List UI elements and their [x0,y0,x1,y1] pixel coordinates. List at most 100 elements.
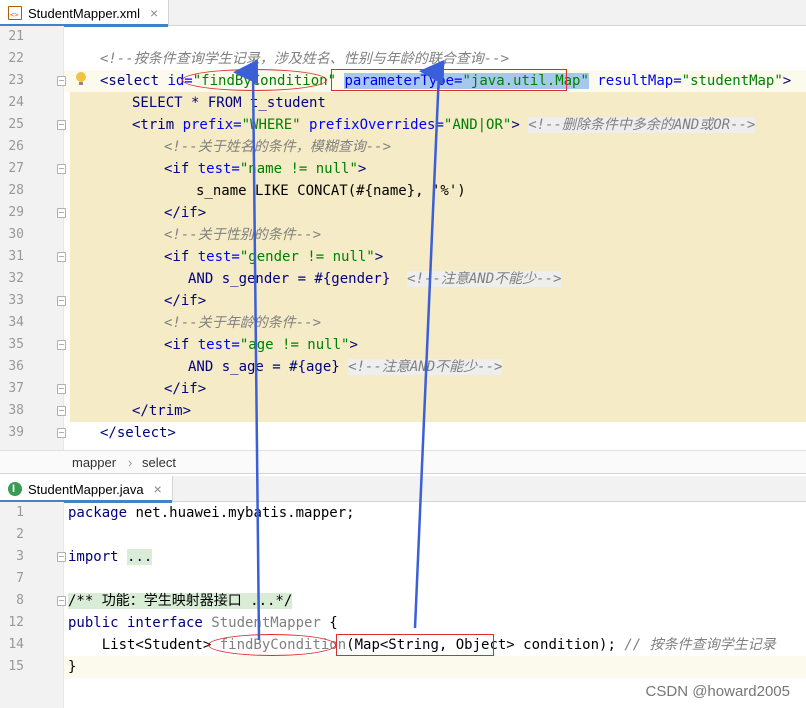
code-line[interactable]: 29 </if> [0,202,806,224]
code-line[interactable]: 28 s_name LIKE CONCAT(#{name}, '%') [0,180,806,202]
java-code: { [320,615,338,631]
xml-value: "age != null" [239,337,350,353]
xml-comment: <!--注意AND不能少--> [348,359,503,375]
line-number: 24 [8,95,24,110]
code-line[interactable]: 8 /** 功能：学生映射器接口 ...*/ [0,590,806,612]
xml-tag: > [511,117,520,133]
code-line[interactable]: 31 <if test="gender != null"> [0,246,806,268]
tab-label: StudentMapper.java [28,481,144,497]
breadcrumb-item-select[interactable]: select [142,455,176,470]
fold-icon[interactable] [57,596,66,606]
xml-tag: > [349,337,358,353]
sql-text: s_name LIKE CONCAT(#{name}, '%') [196,183,466,199]
code-line[interactable]: 25 <trim prefix="WHERE" prefixOverrides=… [0,114,806,136]
xml-tag: </if> [164,293,207,309]
code-line[interactable]: 35 <if test="age != null"> [0,334,806,356]
xml-file-icon [8,6,22,20]
code-line[interactable]: 33 </if> [0,290,806,312]
fold-icon[interactable] [57,296,66,306]
xml-tag: <if [164,161,198,177]
java-code: condition); [514,637,625,653]
line-number: 34 [8,315,24,330]
xml-tab-bar: StudentMapper.xml × [0,0,806,27]
fold-icon[interactable] [57,384,66,394]
annotation-box-parameter-type [331,69,567,91]
xml-tag: <if [164,249,198,265]
xml-comment: <!--删除条件中多余的AND或OR--> [528,117,756,133]
xml-tag: > [374,249,384,265]
fold-icon[interactable] [57,406,66,416]
line-number: 38 [8,403,24,418]
xml-editor[interactable]: 21 22 <!--按条件查询学生记录，涉及姓名、性别与年龄的联合查询--> 2… [0,26,806,450]
java-code [119,549,127,565]
lightbulb-icon[interactable] [76,72,86,86]
fold-icon[interactable] [57,340,66,350]
java-keyword: package [68,505,128,521]
fold-icon[interactable] [57,552,66,562]
xml-attr: test= [197,249,240,265]
tab-student-mapper-java[interactable]: StudentMapper.java × [0,476,173,503]
code-line[interactable]: 7 [0,568,806,590]
java-code: List<Student> [68,637,220,653]
line-number: 23 [8,73,24,88]
fold-icon[interactable] [57,252,66,262]
code-line[interactable]: 21 [0,26,806,48]
folded-doc-comment[interactable]: /** 功能：学生映射器接口 ...*/ [68,593,293,609]
code-line[interactable]: 22 <!--按条件查询学生记录，涉及姓名、性别与年龄的联合查询--> [0,48,806,70]
code-line[interactable]: 37 </if> [0,378,806,400]
line-number: 33 [8,293,24,308]
fold-icon[interactable] [57,164,66,174]
fold-icon[interactable] [57,120,66,130]
line-number: 8 [16,593,24,608]
code-line[interactable]: 2 [0,524,806,546]
java-tab-bar: StudentMapper.java × [0,476,806,503]
java-comment: // 按条件查询学生记录 [624,637,776,653]
code-line[interactable]: 36 AND s_age = #{age} <!--注意AND不能少--> [0,356,806,378]
xml-comment: <!--注意AND不能少--> [407,271,562,287]
line-number: 36 [8,359,24,374]
line-number: 29 [8,205,24,220]
folded-imports[interactable]: ... [127,549,153,565]
sql-text: AND s_age = #{age} [188,359,340,375]
xml-tag: > [782,73,792,89]
line-number: 15 [8,659,24,674]
code-line[interactable]: 26 <!--关于姓名的条件，模糊查询--> [0,136,806,158]
code-line[interactable]: 27 <if test="name != null"> [0,158,806,180]
line-number: 1 [16,505,24,520]
breadcrumb-item-mapper[interactable]: mapper [72,455,116,470]
code-line[interactable]: 34 <!--关于年龄的条件--> [0,312,806,334]
code-line[interactable]: 3 import ... [0,546,806,568]
code-line[interactable]: 39 </select> [0,422,806,444]
xml-attr: test= [197,161,240,177]
fold-icon[interactable] [57,428,66,438]
interface-name: StudentMapper [202,615,321,631]
code-line[interactable]: 24 SELECT * FROM t_student [0,92,806,114]
xml-value: "WHERE" [241,117,301,133]
close-icon[interactable]: × [154,482,162,496]
xml-tag: </if> [164,205,207,221]
code-line[interactable]: 30 <!--关于性别的条件--> [0,224,806,246]
line-number: 27 [8,161,24,176]
annotation-oval-method-name [208,634,336,656]
close-icon[interactable]: × [150,6,158,20]
xml-tag: </if> [164,381,207,397]
code-line[interactable]: 38 </trim> [0,400,806,422]
breadcrumb: mapper › select [0,450,806,474]
line-number: 14 [8,637,24,652]
annotation-box-method-parameter [336,634,494,656]
fold-icon[interactable] [57,76,66,86]
code-line[interactable]: 12 public interface StudentMapper { [0,612,806,634]
java-editor[interactable]: 1 package net.huawei.mybatis.mapper; 2 3… [0,502,806,708]
tab-student-mapper-xml[interactable]: StudentMapper.xml × [0,0,170,27]
fold-icon[interactable] [57,208,66,218]
annotation-oval-select-id [182,69,327,91]
code-line[interactable]: 32 AND s_gender = #{gender} <!--注意AND不能少… [0,268,806,290]
code-line[interactable]: 15 } [0,656,806,678]
line-number: 39 [8,425,24,440]
xml-attr: prefix= [182,117,242,133]
code-line[interactable]: 1 package net.huawei.mybatis.mapper; [0,502,806,524]
xml-attr: test= [197,337,240,353]
line-number: 25 [8,117,24,132]
line-number: 21 [8,29,24,44]
line-number: 31 [8,249,24,264]
